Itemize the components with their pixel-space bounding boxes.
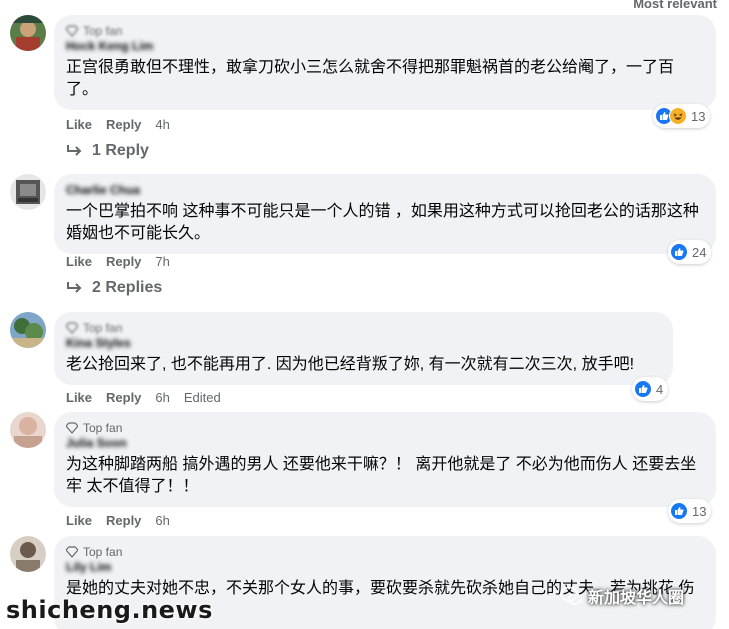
avatar[interactable]	[10, 312, 46, 348]
replies-count-label: 1 Reply	[92, 142, 149, 159]
watermark-left: shicheng.news	[6, 596, 213, 624]
comment-author[interactable]: Julia Soon	[66, 436, 704, 452]
comment-actions: Like Reply 6h	[66, 513, 170, 528]
top-fan-badge: Top fan	[66, 420, 704, 435]
reaction-summary[interactable]: 4	[632, 377, 669, 401]
comment-text: 一个巴掌拍不响 这种事不可能只是一个人的错 ，如果用这种方式可以抢回老公的话那这…	[66, 203, 699, 242]
like-button[interactable]: Like	[66, 254, 92, 269]
reaction-count: 4	[656, 381, 664, 397]
comment-actions: Like Reply 4h	[66, 117, 170, 132]
comment-bubble: Top fan Kina Styles 老公抢回来了, 也不能再用了. 因为他已…	[54, 312, 673, 385]
comment-timestamp[interactable]: 4h	[155, 117, 169, 132]
like-reaction-icon	[670, 243, 688, 261]
like-button[interactable]: Like	[66, 117, 92, 132]
comment-text: 为这种脚踏两船 搞外遇的男人 还要他来干嘛？！ 离开他就是了 不必为他而伤人 还…	[66, 456, 697, 495]
sort-dropdown[interactable]: Most relevant	[633, 0, 717, 11]
diamond-icon	[66, 24, 78, 37]
reaction-count: 24	[692, 244, 707, 260]
view-replies-button[interactable]: 1 Reply	[66, 142, 149, 160]
reaction-summary[interactable]: 13	[668, 499, 712, 523]
comment-text: 正宫很勇敢但不理性，敢拿刀砍小三怎么就舍不得把那罪魁祸首的老公给阉了，一了百了。	[66, 59, 675, 98]
edited-label[interactable]: Edited	[184, 390, 221, 405]
avatar[interactable]	[10, 536, 46, 572]
like-button[interactable]: Like	[66, 390, 92, 405]
reply-arrow-icon	[67, 145, 82, 156]
haha-reaction-icon	[669, 107, 687, 125]
comment-timestamp[interactable]: 6h	[155, 390, 169, 405]
reaction-count: 13	[692, 503, 707, 519]
reaction-summary[interactable]: 13	[653, 104, 711, 128]
comment-author[interactable]: Kina Styles	[66, 336, 661, 352]
comment-actions: Like Reply 7h	[66, 254, 170, 269]
comment-author[interactable]: Lily Lim	[66, 560, 704, 576]
replies-count-label: 2 Replies	[92, 279, 163, 296]
comment-author[interactable]: Hock Keng Lim	[66, 39, 704, 55]
reply-button[interactable]: Reply	[106, 513, 141, 528]
comment-bubble: Top fan Hock Keng Lim 正宫很勇敢但不理性，敢拿刀砍小三怎么…	[54, 15, 716, 110]
avatar[interactable]	[10, 412, 46, 448]
diamond-icon	[66, 321, 78, 334]
comment-text: 老公抢回来了, 也不能再用了. 因为他已经背叛了妳, 有一次就有二次三次, 放手…	[66, 356, 635, 373]
reaction-count: 13	[691, 108, 706, 124]
comment-actions: Like Reply 6h Edited	[66, 390, 221, 405]
reply-button[interactable]: Reply	[106, 254, 141, 269]
watermark-right: 新加坡华人圈	[560, 584, 684, 608]
avatar[interactable]	[10, 174, 46, 210]
like-reaction-icon	[634, 380, 652, 398]
reply-button[interactable]: Reply	[106, 390, 141, 405]
top-fan-badge: Top fan	[66, 320, 661, 335]
comment-bubble: Top fan Julia Soon 为这种脚踏两船 搞外遇的男人 还要他来干嘛…	[54, 412, 716, 507]
comment-author[interactable]: Charlie Chua	[66, 183, 704, 199]
comment-timestamp[interactable]: 7h	[155, 254, 169, 269]
reaction-summary[interactable]: 24	[668, 240, 712, 264]
reply-arrow-icon	[67, 282, 82, 293]
diamond-icon	[66, 545, 78, 558]
wechat-icon	[560, 586, 582, 605]
watermark-right-text: 新加坡华人圈	[588, 590, 685, 607]
reply-button[interactable]: Reply	[106, 117, 141, 132]
like-button[interactable]: Like	[66, 513, 92, 528]
top-fan-badge: Top fan	[66, 544, 704, 559]
like-reaction-icon	[670, 502, 688, 520]
avatar[interactable]	[10, 15, 46, 51]
diamond-icon	[66, 421, 78, 434]
view-replies-button[interactable]: 2 Replies	[66, 279, 162, 297]
comment-timestamp[interactable]: 6h	[155, 513, 169, 528]
top-fan-badge: Top fan	[66, 23, 704, 38]
comment-bubble: Charlie Chua 一个巴掌拍不响 这种事不可能只是一个人的错 ，如果用这…	[54, 174, 716, 254]
